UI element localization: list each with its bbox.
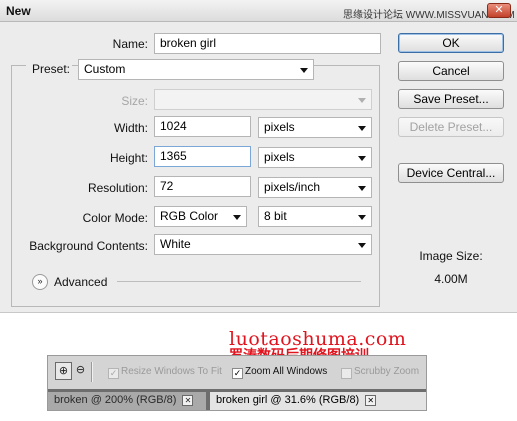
preset-value: Custom: [84, 62, 126, 76]
preset-label: Preset:: [26, 62, 72, 76]
document-tab-bar: broken @ 200% (RGB/8) ✕ broken girl @ 31.…: [48, 389, 426, 410]
color-mode-value: RGB Color: [160, 209, 219, 223]
cancel-button[interactable]: Cancel: [398, 61, 504, 81]
background-value: White: [160, 237, 191, 251]
new-document-dialog: New 思缘设计论坛 WWW.MISSVUAN.COM ✕ Name: brok…: [0, 0, 517, 313]
size-dropdown: [154, 89, 372, 110]
ok-button[interactable]: OK: [398, 33, 504, 53]
advanced-toggle-label[interactable]: Advanced: [54, 275, 107, 289]
close-icon[interactable]: ✕: [182, 394, 194, 406]
height-input[interactable]: 1365: [154, 146, 251, 167]
scrubby-zoom-label: Scrubby Zoom: [354, 366, 420, 377]
preset-dropdown[interactable]: Custom: [78, 59, 314, 80]
color-mode-dropdown[interactable]: RGB Color: [154, 206, 247, 227]
resize-windows-label: Resize Windows To Fit: [121, 366, 222, 377]
width-unit-value: pixels: [264, 120, 295, 134]
name-label: Name:: [112, 37, 148, 51]
scrubby-zoom-checkbox: [341, 368, 352, 379]
width-unit-dropdown[interactable]: pixels: [258, 117, 372, 138]
chevron-down-icon: [233, 215, 241, 220]
chevron-down-icon: [358, 186, 366, 191]
save-preset-button[interactable]: Save Preset...: [398, 89, 504, 109]
chevron-down-icon: [358, 126, 366, 131]
chevron-down-icon: [358, 156, 366, 161]
chevron-down-icon: [358, 243, 366, 248]
resize-windows-checkbox: ✓: [108, 368, 119, 379]
resolution-unit-value: pixels/inch: [264, 180, 321, 194]
title-bar: New 思缘设计论坛 WWW.MISSVUAN.COM ✕: [0, 0, 517, 22]
height-unit-dropdown[interactable]: pixels: [258, 147, 372, 168]
options-separator: [91, 362, 93, 382]
resolution-label: Resolution:: [87, 181, 148, 195]
tab-broken-girl[interactable]: broken girl @ 31.6% (RGB/8) ✕: [210, 392, 426, 410]
height-unit-value: pixels: [264, 150, 295, 164]
zoom-all-windows-label: Zoom All Windows: [245, 366, 328, 377]
height-label: Height:: [109, 151, 148, 165]
resolution-input[interactable]: 72: [154, 176, 251, 197]
photoshop-toolbar-strip: ⊕ ⊖ ✓ Resize Windows To Fit ✓ Zoom All W…: [47, 355, 427, 411]
background-label: Background Contents:: [29, 239, 148, 253]
name-input[interactable]: broken girl: [154, 33, 381, 54]
chevron-down-icon: [358, 98, 366, 103]
advanced-divider: [117, 281, 361, 282]
chevron-down-icon: [358, 215, 366, 220]
zoom-out-icon[interactable]: ⊖: [72, 362, 89, 380]
tab-label: broken @ 200% (RGB/8): [54, 394, 177, 406]
width-input[interactable]: 1024: [154, 116, 251, 137]
zoom-in-icon[interactable]: ⊕: [55, 362, 72, 380]
tab-broken[interactable]: broken @ 200% (RGB/8) ✕: [48, 392, 206, 410]
zoom-all-windows-checkbox[interactable]: ✓: [232, 368, 243, 379]
delete-preset-button: Delete Preset...: [398, 117, 504, 137]
device-central-button[interactable]: Device Central...: [398, 163, 504, 183]
bit-depth-dropdown[interactable]: 8 bit: [258, 206, 372, 227]
zoom-options-bar: ⊕ ⊖ ✓ Resize Windows To Fit ✓ Zoom All W…: [48, 359, 426, 386]
image-size-label: Image Size:: [419, 249, 483, 263]
width-label: Width:: [113, 121, 148, 135]
close-icon[interactable]: ✕: [365, 394, 377, 406]
size-label: Size:: [121, 94, 148, 108]
background-dropdown[interactable]: White: [154, 234, 372, 255]
double-chevron-down-icon[interactable]: »: [32, 274, 48, 290]
tab-label: broken girl @ 31.6% (RGB/8): [216, 394, 360, 406]
color-mode-label: Color Mode:: [82, 211, 148, 225]
bit-depth-value: 8 bit: [264, 209, 287, 223]
dialog-title: New: [6, 4, 31, 18]
resolution-unit-dropdown[interactable]: pixels/inch: [258, 177, 372, 198]
close-button[interactable]: ✕: [487, 3, 511, 18]
chevron-down-icon: [300, 68, 308, 73]
image-size-value: 4.00M: [434, 272, 468, 286]
